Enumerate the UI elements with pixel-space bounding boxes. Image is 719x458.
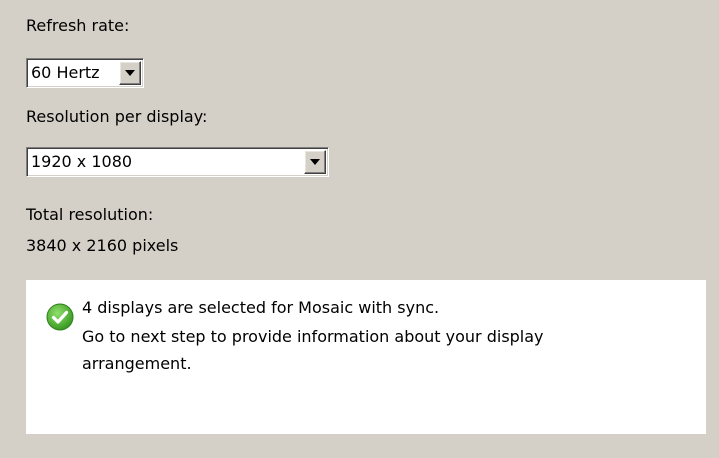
dropdown-arrow-button[interactable] [304,150,326,174]
refresh-rate-dropdown[interactable]: 60 Hertz [26,58,144,88]
refresh-rate-value: 60 Hertz [31,63,100,82]
total-resolution-label: Total resolution: [26,205,154,224]
info-message-line1: 4 displays are selected for Mosaic with … [82,298,440,317]
chevron-down-icon [310,159,320,165]
info-message-line3: arrangement. [82,354,192,373]
chevron-down-icon [125,70,135,76]
resolution-per-display-label: Resolution per display: [26,107,208,126]
resolution-dropdown[interactable]: 1920 x 1080 [26,147,329,177]
refresh-rate-label: Refresh rate: [26,16,130,35]
dropdown-arrow-button[interactable] [119,61,141,85]
info-box: 4 displays are selected for Mosaic with … [26,280,706,434]
info-message-line2: Go to next step to provide information a… [82,327,544,346]
resolution-value: 1920 x 1080 [31,152,133,171]
check-circle-icon [46,303,74,331]
total-resolution-value: 3840 x 2160 pixels [26,236,179,255]
top-strip [0,0,719,6]
